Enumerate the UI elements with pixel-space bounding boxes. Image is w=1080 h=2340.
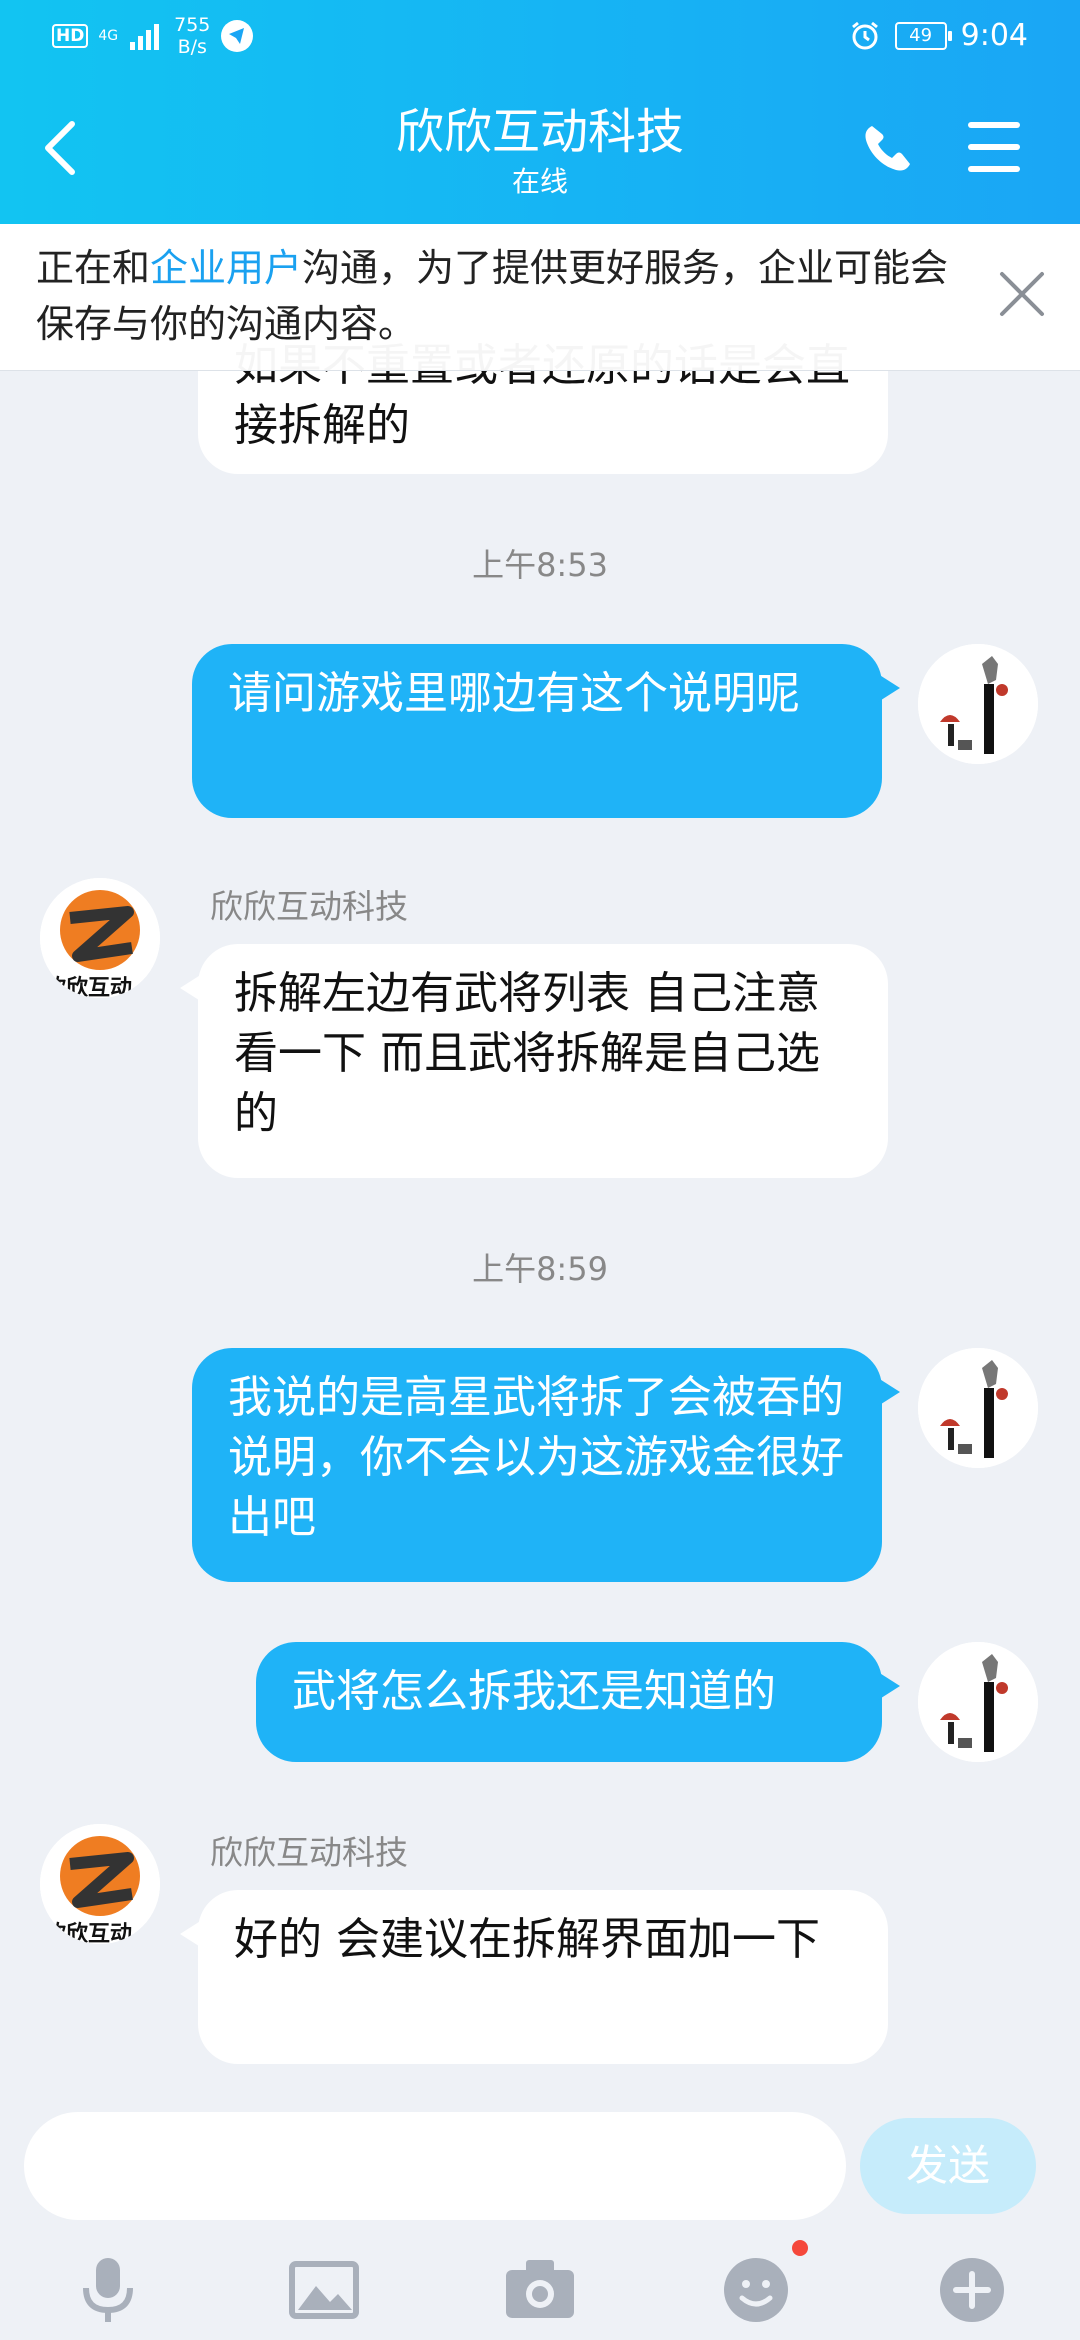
status-left: HD 4G 755 B/s xyxy=(52,14,254,58)
my-avatar[interactable] xyxy=(918,1642,1038,1762)
image-icon[interactable] xyxy=(284,2250,364,2330)
message-bubble-outgoing[interactable]: 我说的是高星武将拆了会被吞的说明，你不会以为这游戏金很好出吧 xyxy=(192,1348,900,1582)
message-text: 好的 会建议在拆解界面加一下 xyxy=(234,1914,820,1965)
camera-icon[interactable] xyxy=(500,2250,580,2330)
speed-value: 755 xyxy=(174,14,211,36)
privacy-notice-overlay: 正在和企业用户沟通，为了提供更好服务，企业可能会保存与你的沟通内容。 xyxy=(0,224,1080,371)
message-bubble-outgoing[interactable]: 请问游戏里哪边有这个说明呢 xyxy=(192,644,900,818)
speed-unit: B/s xyxy=(177,36,207,58)
timestamp: 上午8:53 xyxy=(472,546,608,584)
microphone-icon[interactable] xyxy=(68,2250,148,2330)
sender-avatar[interactable]: 欣欣互动 xyxy=(40,878,160,998)
alarm-icon xyxy=(851,21,878,49)
online-status: 在线 xyxy=(511,165,568,198)
sender-avatar[interactable]: 欣欣互动 xyxy=(40,1824,160,1944)
my-avatar[interactable] xyxy=(918,644,1038,764)
notice-text-overlay: 正在和企业用户沟通，为了提供更好服务，企业可能会保存与你的沟通内容。 xyxy=(36,240,976,352)
message-text: 我说的是高星武将拆了会被吞的说明，你不会以为这游戏金很好出吧 xyxy=(228,1372,844,1543)
call-button[interactable] xyxy=(860,120,916,176)
message-bubble-outgoing[interactable]: 武将怎么拆我还是知道的 xyxy=(256,1642,900,1762)
chat-header: HD 4G 755 B/s 49 9:04 欣欣互动科技 在线 xyxy=(0,0,1080,224)
menu-icon-line xyxy=(968,144,1020,150)
status-right: 49 9:04 xyxy=(849,18,1028,53)
menu-button[interactable] xyxy=(968,122,1020,172)
clock: 9:04 xyxy=(960,18,1028,53)
my-avatar[interactable] xyxy=(918,1348,1038,1468)
user-avatar-image xyxy=(918,644,1038,764)
menu-icon-line xyxy=(968,166,1020,172)
enterprise-user-link[interactable]: 企业用户 xyxy=(150,246,302,290)
timestamp: 上午8:59 xyxy=(472,1250,608,1288)
message-bubble-incoming[interactable]: 拆解左边有武将列表 自己注意看一下 而且武将拆解是自己选的 xyxy=(180,944,888,1178)
message-text: 请问游戏里哪边有这个说明呢 xyxy=(228,668,800,719)
user-avatar-image xyxy=(918,1348,1038,1468)
message-text: 拆解左边有武将列表 自己注意看一下 而且武将拆解是自己选的 xyxy=(234,968,820,1139)
input-bar: 发送 xyxy=(0,2100,1080,2340)
message-input[interactable] xyxy=(24,2112,846,2220)
emoji-icon[interactable] xyxy=(716,2250,796,2330)
logo-text: 欣欣互动 xyxy=(44,1922,133,1944)
battery-icon: 49 xyxy=(894,21,952,50)
app-notification-icon xyxy=(221,20,254,52)
close-icon[interactable] xyxy=(996,268,1048,320)
phone-icon xyxy=(865,126,910,171)
chat-title: 欣欣互动科技 xyxy=(395,104,684,160)
emoji-new-badge xyxy=(792,2240,808,2256)
logo-text: 欣欣互动 xyxy=(44,976,133,998)
network-speed: 755 B/s xyxy=(174,14,210,58)
sender-name: 欣欣互动科技 xyxy=(210,1833,408,1872)
plus-icon[interactable] xyxy=(932,2250,1012,2330)
notice-prefix: 正在和 xyxy=(36,246,151,290)
menu-icon xyxy=(968,122,1020,128)
message-text: 武将怎么拆我还是知道的 xyxy=(292,1666,776,1717)
signal-icon xyxy=(130,24,160,50)
status-bar: HD 4G 755 B/s 49 9:04 xyxy=(0,0,1080,74)
network-type: 4G xyxy=(98,28,119,44)
send-button[interactable]: 发送 xyxy=(860,2118,1036,2214)
message-bubble-incoming[interactable]: 好的 会建议在拆解界面加一下 xyxy=(180,1890,888,2064)
user-avatar-image xyxy=(918,1642,1038,1762)
sender-name: 欣欣互动科技 xyxy=(210,887,408,926)
hd-indicator: HD xyxy=(52,24,89,48)
